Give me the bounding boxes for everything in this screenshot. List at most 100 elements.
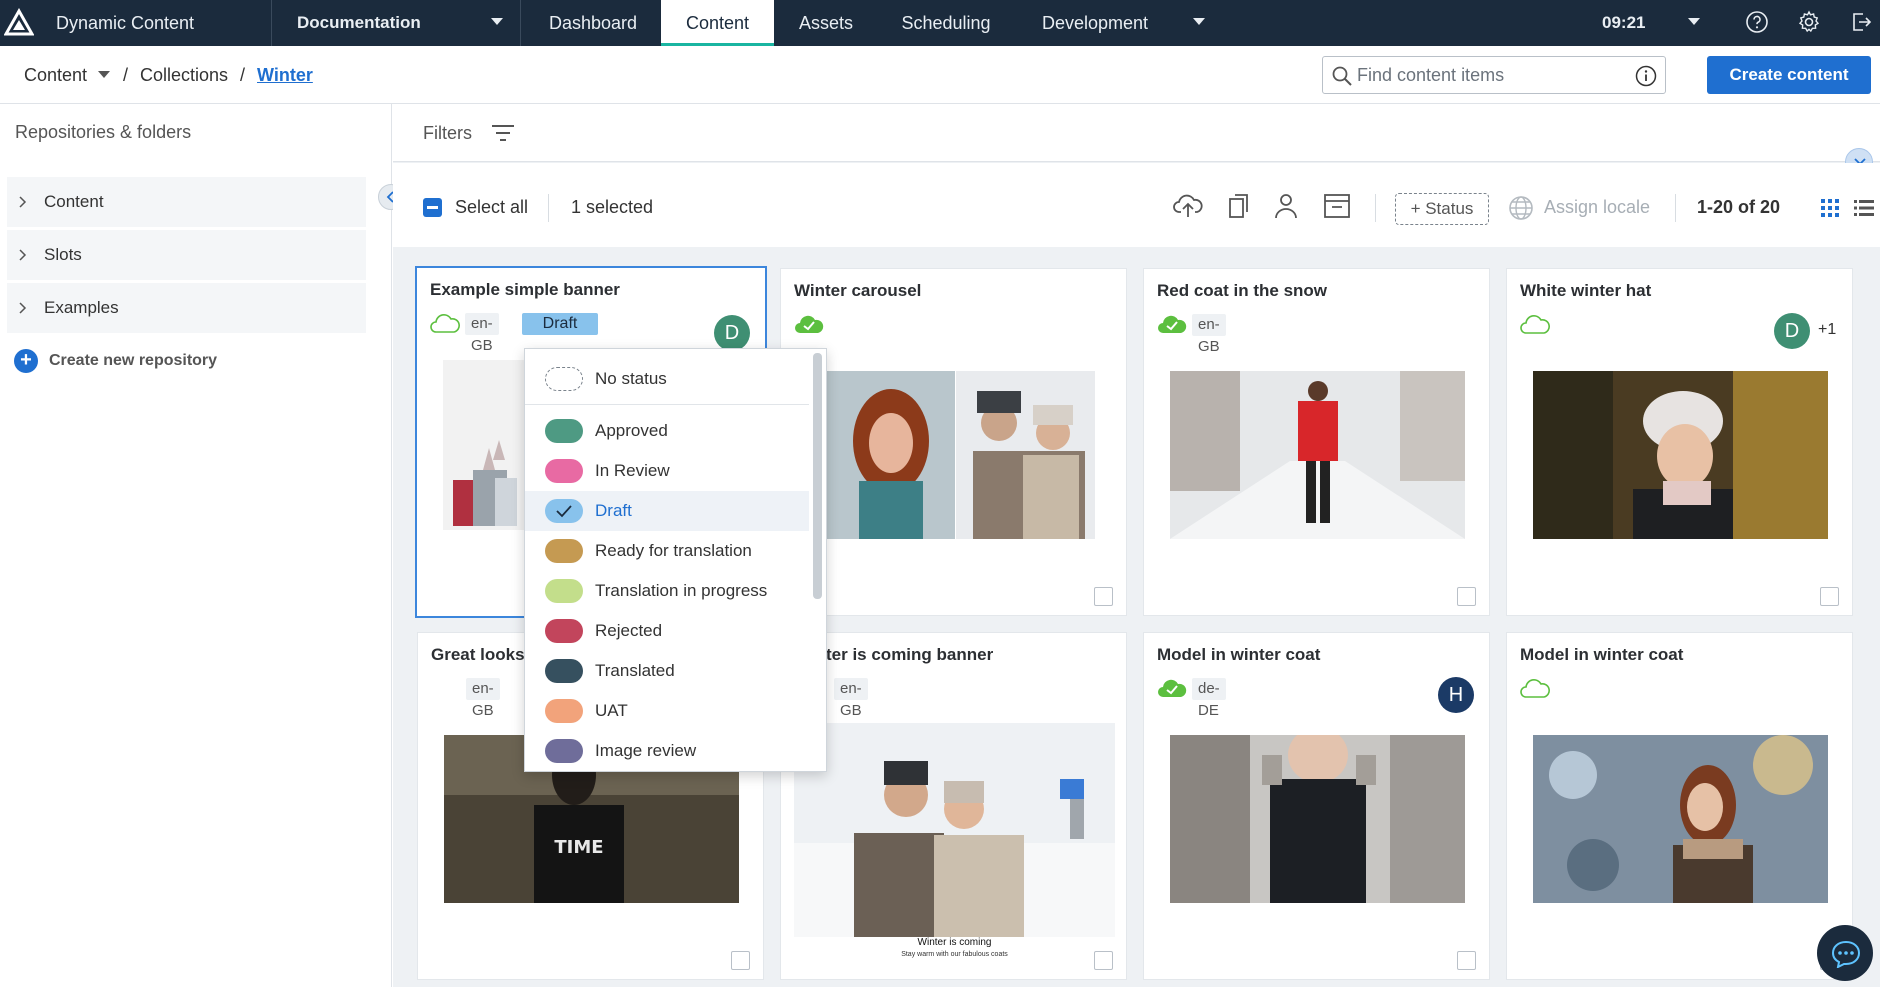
status-badge[interactable]: Draft xyxy=(522,313,598,335)
select-all-label[interactable]: Select all xyxy=(455,189,528,225)
cloud-check-icon xyxy=(1157,677,1187,699)
status-swatch xyxy=(545,419,583,443)
status-option-in-review[interactable]: In Review xyxy=(525,451,809,491)
divider xyxy=(1675,194,1676,222)
status-swatch xyxy=(545,699,583,723)
status-option-no-status[interactable]: No status xyxy=(525,359,809,399)
list-view-icon[interactable] xyxy=(1854,199,1874,217)
create-content-button[interactable]: Create content xyxy=(1707,56,1871,94)
tab-scheduling[interactable]: Scheduling xyxy=(878,0,1014,46)
chevron-down-icon[interactable] xyxy=(98,71,110,79)
status-option-rejected[interactable]: Rejected xyxy=(525,611,809,651)
chevron-right-icon xyxy=(19,196,27,208)
status-option-ready-for-translation[interactable]: Ready for translation xyxy=(525,531,809,571)
breadcrumb-separator: / xyxy=(123,65,129,85)
status-option-draft[interactable]: Draft xyxy=(525,491,809,531)
chevron-down-icon[interactable] xyxy=(1192,17,1206,27)
sidebar-item-label: Content xyxy=(44,192,104,211)
banner-heading: Winter is coming xyxy=(917,937,992,948)
card-checkbox[interactable] xyxy=(1094,951,1113,970)
status-option-uat[interactable]: UAT xyxy=(525,691,809,731)
add-status-button[interactable]: + Status xyxy=(1395,193,1489,225)
info-icon[interactable] xyxy=(1635,65,1657,87)
status-option-label: UAT xyxy=(595,701,628,720)
search-icon xyxy=(1331,65,1353,87)
status-option-label: Translation in progress xyxy=(595,581,768,600)
search-input[interactable] xyxy=(1357,57,1627,93)
card-checkbox[interactable] xyxy=(1820,587,1839,606)
card-checkbox[interactable] xyxy=(1094,587,1113,606)
locale-tag: en-GB xyxy=(1192,314,1226,355)
status-option-image-review[interactable]: Image review xyxy=(525,731,809,771)
pagination-count: 1-20 of 20 xyxy=(1697,197,1781,217)
help-icon[interactable] xyxy=(1745,10,1769,34)
assign-locale-label: Assign locale xyxy=(1544,197,1651,217)
card-thumbnail xyxy=(1533,735,1828,903)
divider xyxy=(525,404,809,405)
chat-support-button[interactable] xyxy=(1817,925,1873,981)
content-card[interactable]: White winter hat D +1 xyxy=(1506,268,1853,616)
content-card[interactable]: Model in winter coat xyxy=(1506,632,1853,980)
chevron-down-icon[interactable] xyxy=(490,17,504,27)
content-card[interactable]: Red coat in the snow en-GB xyxy=(1143,268,1490,616)
select-all-checkbox[interactable] xyxy=(423,198,442,217)
tab-assets[interactable]: Assets xyxy=(778,0,874,46)
status-option-translated[interactable]: Translated xyxy=(525,651,809,691)
sidebar-item-examples[interactable]: Examples xyxy=(7,283,366,333)
tab-development[interactable]: Development xyxy=(1018,0,1172,46)
status-option-translation-in-progress[interactable]: Translation in progress xyxy=(525,571,809,611)
dropdown-scrollbar[interactable] xyxy=(813,353,822,599)
top-navigation-bar: Dynamic Content Documentation Dashboard … xyxy=(0,0,1880,46)
breadcrumb-content[interactable]: Content xyxy=(24,46,87,104)
divider xyxy=(520,0,521,46)
tab-dashboard[interactable]: Dashboard xyxy=(530,0,656,46)
status-swatch xyxy=(545,739,583,763)
status-option-approved[interactable]: Approved xyxy=(525,411,809,451)
status-swatch xyxy=(545,367,583,391)
chevron-down-icon[interactable] xyxy=(1687,17,1701,27)
hub-selector[interactable]: Documentation xyxy=(297,0,421,46)
sidebar-item-content[interactable]: Content xyxy=(7,177,366,227)
card-title: Great looks xyxy=(431,645,525,664)
copy-icon[interactable] xyxy=(1227,192,1251,220)
content-card[interactable]: ter is coming banner en-GB Winter is com… xyxy=(780,632,1127,980)
status-swatch xyxy=(545,659,583,683)
tab-content[interactable]: Content xyxy=(661,0,774,46)
logout-icon[interactable] xyxy=(1849,10,1873,34)
breadcrumb-winter[interactable]: Winter xyxy=(257,46,313,104)
status-swatch xyxy=(545,499,583,523)
locale-tag: en-GB xyxy=(466,678,500,719)
card-checkbox[interactable] xyxy=(1457,587,1476,606)
banner-subheading: Stay warm with our fabulous coats xyxy=(901,951,1008,958)
settings-gear-icon[interactable] xyxy=(1797,10,1821,34)
assign-user-icon[interactable] xyxy=(1273,192,1299,220)
cloud-check-icon xyxy=(1157,313,1187,335)
svg-text:TIME: TIME xyxy=(554,837,603,858)
selected-count: 1 selected xyxy=(571,197,654,217)
clock-display: 09:21 xyxy=(1602,13,1646,32)
card-title: ter is coming banner xyxy=(826,645,994,664)
cloud-icon xyxy=(1520,313,1550,335)
content-toolbar: Select all 1 selected + Status Assign lo… xyxy=(393,163,1880,247)
grid-view-icon[interactable] xyxy=(1821,199,1839,217)
avatar: D xyxy=(1774,313,1810,349)
sidebar-item-label: Examples xyxy=(44,298,119,317)
divider xyxy=(271,0,272,46)
avatar: D xyxy=(714,315,750,351)
filters-label[interactable]: Filters xyxy=(423,104,472,162)
cloud-icon xyxy=(430,312,460,334)
status-swatch xyxy=(545,459,583,483)
sidebar-item-slots[interactable]: Slots xyxy=(7,230,366,280)
cloud-check-icon xyxy=(794,313,824,335)
content-card[interactable]: Winter carousel xyxy=(780,268,1127,616)
content-card[interactable]: Model in winter coat de-DE H xyxy=(1143,632,1490,980)
card-checkbox[interactable] xyxy=(731,951,750,970)
breadcrumb-collections[interactable]: Collections xyxy=(140,46,228,104)
card-checkbox[interactable] xyxy=(1457,951,1476,970)
archive-icon[interactable] xyxy=(1323,192,1351,220)
filter-icon[interactable] xyxy=(491,124,515,142)
chevron-right-icon xyxy=(19,302,27,314)
status-swatch xyxy=(545,619,583,643)
amplience-logo-icon[interactable] xyxy=(4,8,34,38)
publish-upload-icon[interactable] xyxy=(1173,192,1203,220)
